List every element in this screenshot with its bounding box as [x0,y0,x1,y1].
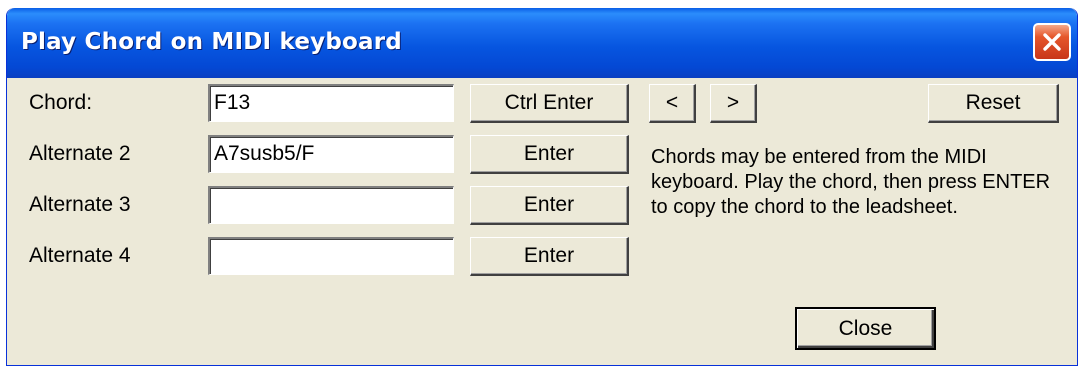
window-title: Play Chord on MIDI keyboard [21,29,402,55]
alternate-3-input[interactable] [208,186,454,224]
chord-label: Chord: [29,91,93,114]
instructions-text: Chords may be entered from the MIDI keyb… [651,146,1051,218]
close-x-icon [1043,33,1061,51]
title-bar[interactable]: Play Chord on MIDI keyboard [7,8,1077,78]
chord-input[interactable]: F13 [208,84,454,122]
alternate-4-input[interactable] [208,237,454,275]
previous-button[interactable]: < [649,84,696,123]
alternate-2-input[interactable]: A7susb5/F [208,135,454,173]
reset-button[interactable]: Reset [928,84,1059,123]
ctrl-enter-button[interactable]: Ctrl Enter [470,84,629,123]
window-close-button[interactable] [1033,23,1071,61]
alternate-2-label: Alternate 2 [29,142,131,165]
close-button[interactable]: Close [795,307,936,350]
alternate-4-label: Alternate 4 [29,244,131,267]
alternate-3-enter-button[interactable]: Enter [470,186,629,225]
alternate-3-label: Alternate 3 [29,193,131,216]
alternate-2-enter-button[interactable]: Enter [470,135,629,174]
next-button[interactable]: > [710,84,757,123]
dialog-window: Play Chord on MIDI keyboard Chord: F13 C… [6,8,1078,366]
alternate-4-enter-button[interactable]: Enter [470,237,629,276]
